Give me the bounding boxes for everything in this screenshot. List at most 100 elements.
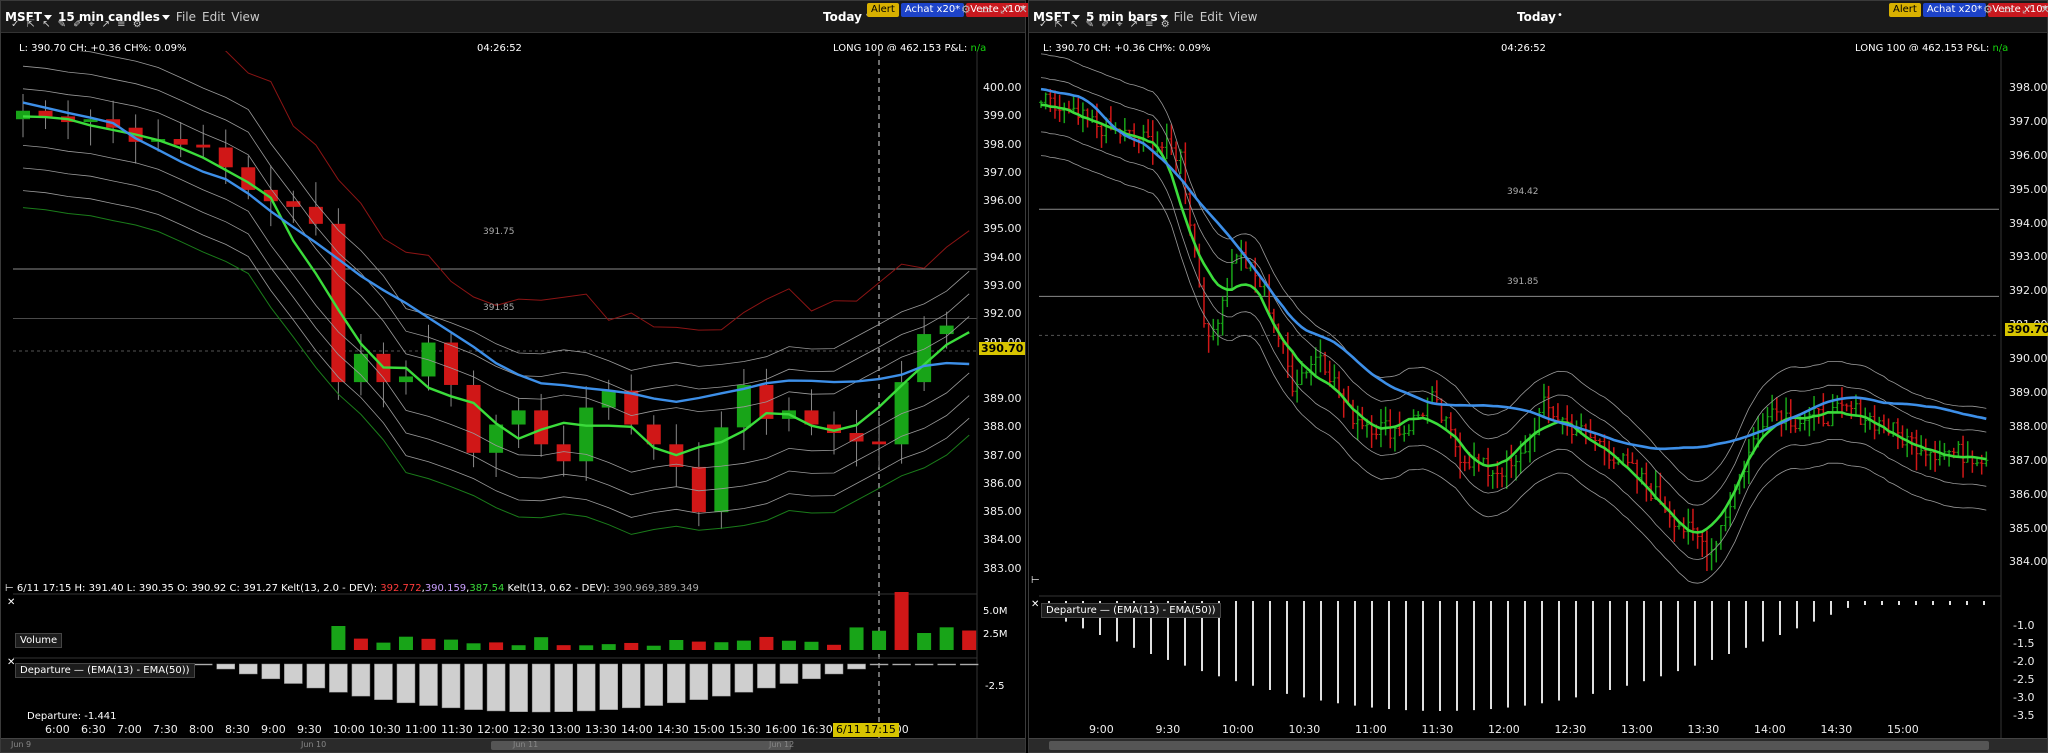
scroll-date: Jun 9 — [11, 740, 32, 749]
departure-bar — [419, 663, 438, 706]
departure-bar — [351, 663, 371, 697]
departure-bar — [284, 663, 303, 684]
drawing-tools-icon[interactable]: ✓ ⇱ ↖ ✎ ✐ ⌖ ↗ ≡ ⚙ — [1039, 19, 1172, 30]
price-axis-label: 395.00 — [983, 222, 1022, 236]
time-axis-label: 11:00 — [1355, 723, 1387, 736]
menu-edit[interactable]: Edit — [1200, 10, 1223, 24]
candle-body — [444, 342, 459, 385]
time-axis-label: 12:30 — [513, 723, 545, 736]
departure-axis-label: -1.5 — [2013, 637, 2035, 650]
candle-body — [917, 334, 932, 383]
volume-bar — [489, 642, 504, 650]
price-chart-5min[interactable] — [1029, 51, 2048, 741]
window-controls-icon[interactable]: ⚙ ▭ ⤢ ✕ — [1983, 3, 2048, 17]
price-axis-label: 394.00 — [983, 250, 1022, 264]
time-axis-label: 6:30 — [81, 723, 106, 736]
candle-body — [646, 424, 661, 445]
ohlc-line: ⊢ 6/11 17:15 H: 391.40 L: 390.35 O: 390.… — [5, 583, 699, 594]
menu-edit[interactable]: Edit — [202, 10, 225, 24]
time-axis-label: 9:30 — [297, 723, 322, 736]
collapse-icon[interactable]: ⊢ — [5, 583, 14, 594]
departure-label: Departure — [20, 665, 71, 676]
chart-window-5min: MSFT 5 min bars File Edit View Today • ✓… — [1028, 0, 2048, 753]
volume-axis-label: 2.5M — [983, 629, 1008, 640]
departure-bar — [329, 663, 348, 693]
departure-bar — [779, 663, 799, 684]
price-axis-label: 385.00 — [2009, 521, 2048, 535]
kelt2-label: Kelt(13, 0.62 - DEV): — [507, 583, 610, 594]
menu-file[interactable]: File — [1174, 10, 1194, 24]
price-axis-label: 395.00 — [2009, 182, 2048, 196]
departure-bar — [306, 663, 326, 689]
departure-bar — [689, 663, 709, 700]
close-pane-icon[interactable]: ✕ — [7, 657, 15, 668]
time-axis-label: 13:00 — [1621, 723, 1653, 736]
departure-bar — [486, 663, 506, 712]
scroll-thumb[interactable] — [1049, 741, 1989, 750]
volume-bar — [579, 645, 594, 650]
collapse-icon[interactable]: ⊢ — [1031, 575, 1040, 586]
price-axis-label: 394.00 — [2009, 216, 2048, 230]
price-axis-label: 393.00 — [983, 279, 1022, 292]
departure-axis-label: -3.0 — [2013, 691, 2035, 704]
close-pane-icon[interactable]: ✕ — [1031, 599, 1039, 610]
candle-body — [218, 147, 233, 168]
price-axis-label: 387.00 — [983, 448, 1022, 462]
departure-bar — [216, 663, 236, 670]
time-axis-label: 7:00 — [117, 723, 142, 736]
candle-body — [872, 441, 887, 445]
departure-pane-label[interactable]: Departure — (EMA(13) - EMA(50)) — [1041, 603, 1221, 618]
volume-bar — [646, 645, 661, 650]
departure-pane-label[interactable]: Departure — (EMA(13) - EMA(50)) — [15, 663, 195, 678]
candle-body — [579, 407, 594, 462]
time-axis-label: 9:00 — [261, 723, 286, 736]
trading-workspace: MSFT 15 min candles File Edit View Today… — [0, 0, 2048, 753]
menu-file[interactable]: File — [176, 10, 196, 24]
menu-view[interactable]: View — [1229, 10, 1257, 24]
volume-bar — [444, 639, 459, 650]
departure-bar — [193, 663, 213, 666]
ohlc-text: 6/11 17:15 H: 391.40 L: 390.35 O: 390.92… — [16, 583, 378, 594]
today-selector[interactable]: Today — [1517, 10, 1556, 24]
price-axis-label: 392.00 — [983, 307, 1022, 321]
drawing-tools-icon[interactable]: ✓ ⇱ ↖ ✎ ✐ ⌖ ↗ ≡ ⚙ — [11, 19, 144, 30]
time-axis-label: 16:30 — [801, 723, 833, 736]
chart-scrollbar[interactable]: Jun 9 Jun 10 Jun 11 Jun 12 — [1, 738, 1025, 752]
kelt2-values: 390.969,389.349 — [613, 583, 699, 594]
price-axis-label: 397.00 — [983, 165, 1022, 179]
price-axis-label: 388.00 — [2009, 419, 2048, 433]
departure-bar — [734, 663, 754, 693]
volume-bar — [736, 640, 751, 650]
crosshair-date-tag: 6/11 17:15 — [833, 723, 899, 737]
departure-bar — [802, 663, 821, 680]
time-axis-label: 15:30 — [729, 723, 761, 736]
departure-bar — [667, 663, 686, 704]
volume-bar — [827, 644, 842, 650]
chart-scrollbar[interactable] — [1029, 738, 2047, 752]
departure-axis-label: -2.0 — [2013, 655, 2035, 668]
volume-bar — [398, 636, 413, 650]
time-axis-label: 10:30 — [369, 723, 401, 736]
volume-bar — [781, 640, 796, 650]
volume-bar — [534, 637, 549, 650]
menu-view[interactable]: View — [231, 10, 259, 24]
time-axis-label: 14:30 — [657, 723, 689, 736]
close-pane-icon[interactable]: ✕ — [7, 597, 15, 608]
candle-body — [398, 376, 413, 383]
time-axis-label: 16:00 — [765, 723, 797, 736]
price-axis-label: 398.00 — [2009, 80, 2048, 94]
volume-bar — [353, 638, 368, 650]
today-selector[interactable]: Today — [823, 10, 862, 24]
volume-bar — [421, 638, 436, 650]
chevron-down-icon — [161, 14, 170, 20]
buy-button[interactable]: Achat x20* — [1922, 3, 1987, 17]
price-chart-15min[interactable] — [1, 51, 1027, 741]
departure-bar — [441, 663, 461, 709]
volume-pane-label[interactable]: Volume — [15, 633, 63, 648]
alert-button[interactable]: Alert — [867, 3, 899, 17]
window-controls-icon[interactable]: ⚙ ▭ ⤢ ✕ — [961, 3, 1031, 17]
chart-toolbar: MSFT 5 min bars File Edit View Today • ✓… — [1029, 1, 2048, 33]
buy-button[interactable]: Achat x20* — [900, 3, 965, 17]
alert-button[interactable]: Alert — [1889, 3, 1921, 17]
time-axis-label: 13:30 — [585, 723, 617, 736]
